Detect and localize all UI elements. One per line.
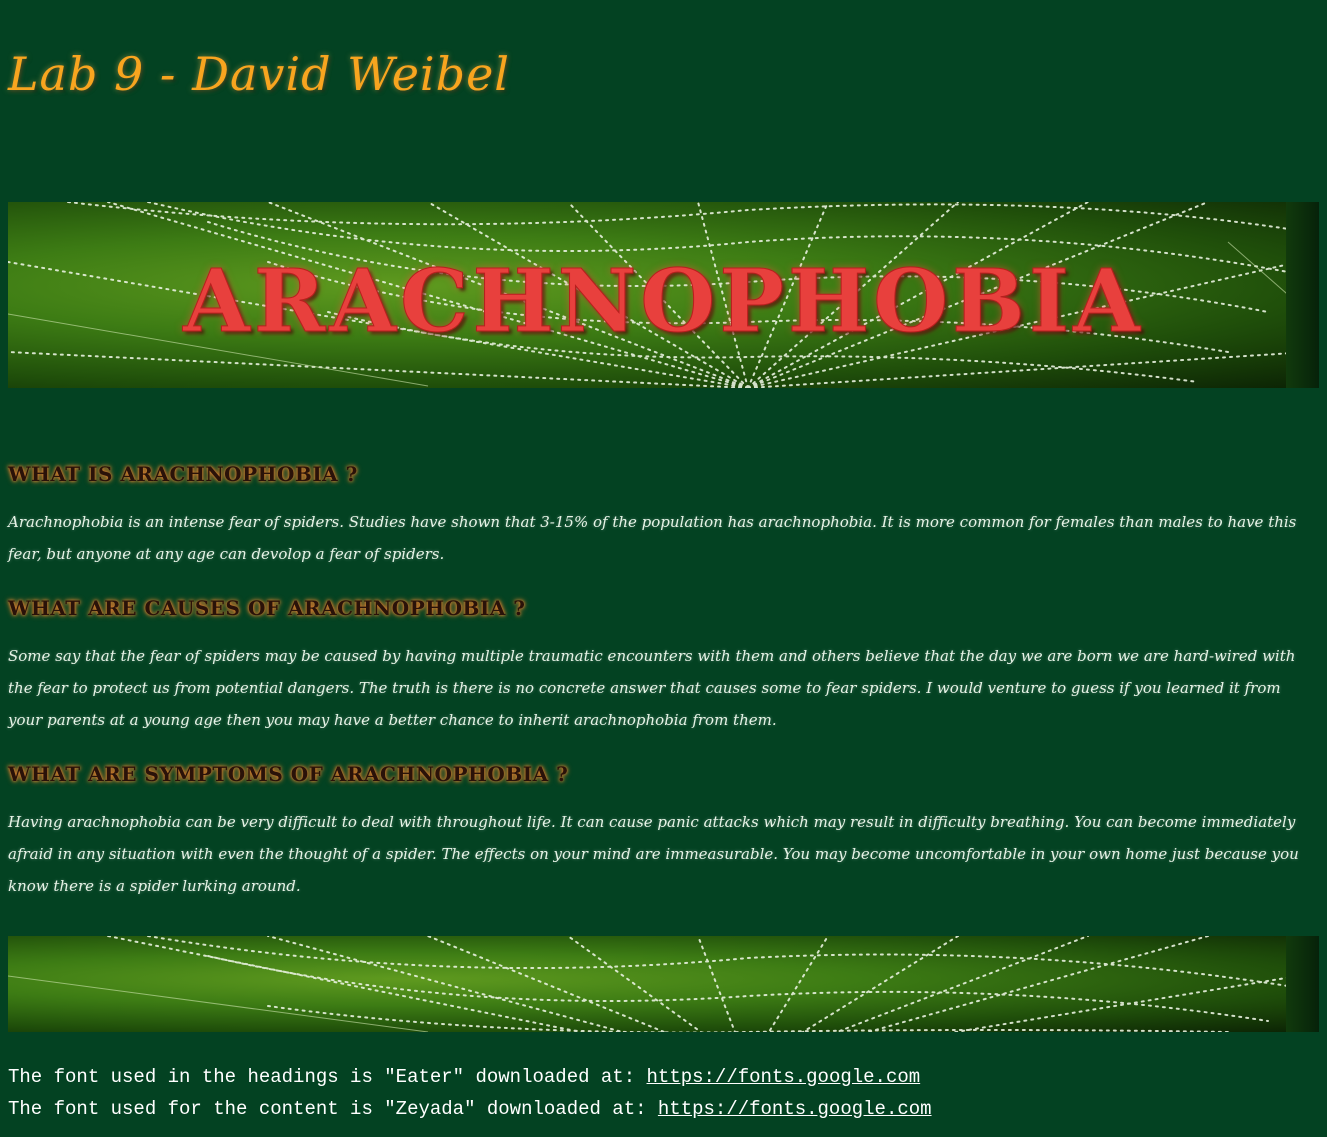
section-text-symptoms: Having arachnophobia can be very difficu…: [8, 813, 1299, 895]
google-fonts-link-headings[interactable]: https://fonts.google.com: [647, 1066, 921, 1088]
footer-credit-headings-text: The font used in the headings is "Eater"…: [8, 1066, 647, 1088]
section-heading-what-is: WHAT IS ARACHNOPHOBIA ?: [8, 462, 358, 486]
header-banner-image: ARACHNOPHOBIA: [8, 202, 1319, 388]
section-text-causes: Some say that the fear of spiders may be…: [8, 647, 1296, 729]
spider-web-graphic-bottom: [8, 936, 1299, 1032]
banner-dark-edge-bottom: [1286, 936, 1319, 1032]
footer-banner-image: [8, 936, 1319, 1032]
section-text-what-is: Arachnophobia is an intense fear of spid…: [8, 513, 1297, 563]
footer-credit-content-text: The font used for the content is "Zeyada…: [8, 1098, 658, 1120]
section-heading-causes: WHAT ARE CAUSES OF ARACHNOPHOBIA ?: [8, 596, 526, 620]
google-fonts-link-content[interactable]: https://fonts.google.com: [658, 1098, 932, 1120]
footer-font-credit-content: The font used for the content is "Zeyada…: [8, 1093, 932, 1125]
banner-title-text: ARACHNOPHOBIA: [183, 251, 1144, 352]
footer-font-credit-headings: The font used in the headings is "Eater"…: [8, 1061, 920, 1093]
page-title: Lab 9 - David Weibel: [8, 47, 511, 101]
section-heading-symptoms: WHAT ARE SYMPTOMS OF ARACHNOPHOBIA ?: [8, 762, 569, 786]
